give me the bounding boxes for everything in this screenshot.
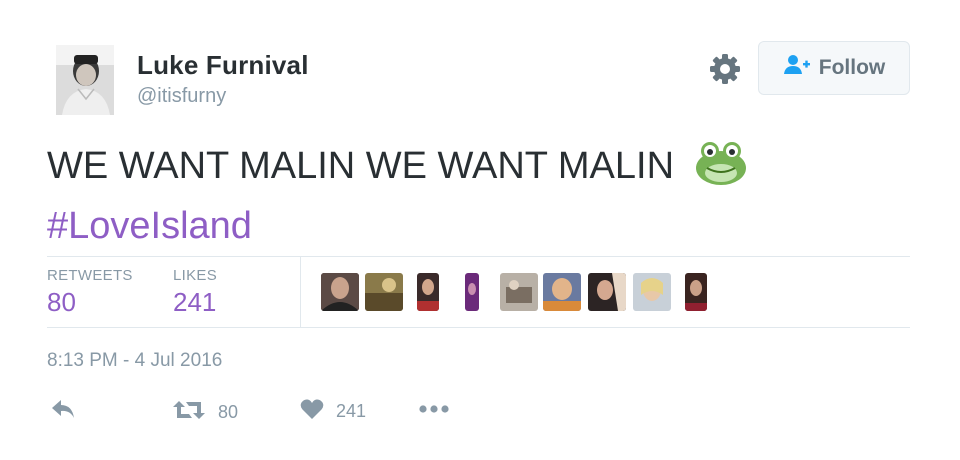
heart-icon [300,398,324,425]
tweet-text: WE WANT MALIN WE WANT MALIN [47,145,675,187]
avatar[interactable] [56,45,114,115]
display-name[interactable]: Luke Furnival [137,50,309,81]
liker-avatar[interactable] [465,273,479,311]
divider [300,257,301,327]
liker-avatar[interactable] [365,273,403,311]
frog-emoji [695,140,747,200]
liker-avatar[interactable] [685,273,707,311]
retweets-label[interactable]: RETWEETS [47,267,133,284]
likes-count[interactable]: 241 [173,287,216,318]
liker-avatar[interactable] [633,273,671,311]
user-handle[interactable]: @itisfurny [137,85,226,108]
retweet-icon [172,398,206,427]
more-button[interactable] [418,398,450,419]
retweets-count[interactable]: 80 [47,287,76,318]
retweet-count: 80 [218,402,239,422]
tweet-timestamp[interactable]: 8:13 PM - 4 Jul 2016 [47,350,222,372]
follow-person-icon [783,54,811,82]
liker-avatar[interactable] [500,273,538,311]
reply-button[interactable] [50,398,76,425]
reply-icon [50,398,76,425]
like-count: 241 [336,401,367,421]
tweet-text-block: WE WANT MALIN WE WANT MALIN #LoveIsland [47,140,907,252]
divider [47,256,910,257]
gear-icon[interactable] [708,52,742,86]
hashtag-link[interactable]: #LoveIsland [47,200,907,252]
liker-avatar[interactable] [543,273,581,311]
follow-button[interactable]: Follow [758,41,910,95]
likes-label[interactable]: LIKES [173,267,217,284]
more-icon [418,398,450,419]
retweet-button[interactable]: 80 [172,398,238,427]
liker-avatar[interactable] [321,273,359,311]
follow-label: Follow [818,56,886,79]
liker-avatar[interactable] [588,273,626,311]
divider [47,327,910,328]
liker-avatar[interactable] [417,273,439,311]
like-button[interactable]: 241 [300,398,366,425]
